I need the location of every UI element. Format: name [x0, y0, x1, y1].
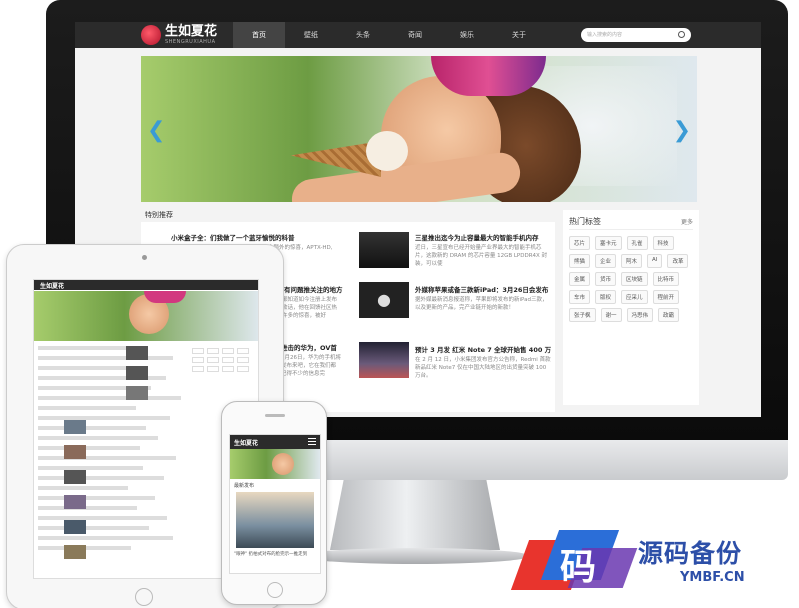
search-icon[interactable] — [678, 31, 685, 38]
tag[interactable]: 冯思伟 — [626, 308, 654, 322]
chevron-left-icon[interactable]: ❮ — [147, 118, 165, 143]
nav-item-home[interactable]: 首页 — [233, 22, 285, 48]
article-thumbnail[interactable] — [64, 495, 86, 509]
tag[interactable]: AI — [647, 254, 663, 268]
speaker-icon — [265, 414, 285, 417]
tag[interactable]: 谢一 — [600, 308, 622, 322]
tag[interactable]: 版权 — [595, 290, 617, 304]
phone-logo[interactable]: 生如夏花 — [234, 438, 258, 447]
camera-icon — [142, 255, 147, 260]
hero-banner[interactable]: ❮ ❯ — [141, 56, 697, 202]
hot-tags-title: 热门标签 — [569, 217, 601, 226]
hamburger-menu-icon[interactable] — [308, 438, 316, 445]
site-navbar: 生如夏花 SHENGRUXIAHUA 首页 壁纸 头条 奇闻 娱乐 关于 输入搜… — [75, 22, 761, 48]
watermark-url: YMBF.CN — [680, 570, 745, 585]
tag[interactable]: 张子枫 — [569, 308, 596, 322]
article-thumbnail[interactable] — [64, 545, 86, 559]
tag[interactable]: 芯片 — [569, 236, 591, 250]
phone-navbar: 生如夏花 — [230, 435, 320, 449]
watermark-title: 源码备份 — [638, 539, 743, 568]
nav-menu: 首页 壁纸 头条 奇闻 娱乐 关于 — [233, 22, 545, 48]
tag[interactable]: 区块链 — [621, 272, 648, 286]
phone-screen: 生如夏花 最新发布 "眼神" 扔柏式对布的脸完示一推走到 — [229, 434, 321, 574]
tag[interactable]: 科技 — [652, 236, 674, 250]
imac-base — [300, 548, 530, 564]
list-item[interactable]: 进击的华为，OV首 3月26日，华为的手机将发布来吧，它在我们都记得不少的信息完 — [281, 342, 341, 378]
rose-logo-icon — [141, 25, 161, 45]
tablet-logo[interactable]: 生如夏花 — [40, 281, 64, 290]
list-item[interactable]: 外媒称苹果或备三款新iPad：3月26日会发布 据外媒最新消息报道称，苹果即将发… — [415, 284, 551, 312]
article-thumbnail[interactable] — [64, 420, 86, 434]
tag[interactable]: 比特币 — [652, 272, 680, 286]
imac-stand — [330, 480, 500, 550]
watermark-logo-icon: 码 — [510, 530, 638, 590]
list-item[interactable]: 三星推出迄今为止容量最大的智能手机内存 近日，三星宣布已经开始量产业界最大的智能… — [415, 232, 551, 268]
tag[interactable]: 货币 — [595, 272, 617, 286]
list-item[interactable]: 预计 3 月发 红米 Note 7 全球开始售 400 万 在 2 月 12 日… — [415, 344, 551, 380]
apple-thumbnail[interactable]: ● — [359, 282, 409, 318]
logo-subtitle: SHENGRUXIAHUA — [165, 39, 216, 45]
tag[interactable]: 改革 — [667, 254, 689, 268]
nav-item-wallpaper[interactable]: 壁纸 — [285, 22, 337, 48]
watermark: 码 源码备份 YMBF.CN — [510, 530, 790, 600]
home-button-icon[interactable] — [135, 588, 153, 606]
logo-text: 生如夏花 — [165, 24, 218, 39]
nav-item-oddities[interactable]: 奇闻 — [389, 22, 441, 48]
tag[interactable]: 车市 — [569, 290, 591, 304]
article-thumbnail[interactable] — [126, 346, 148, 360]
phone-article-photo[interactable] — [236, 492, 314, 548]
tag[interactable]: 孔雀 — [626, 236, 648, 250]
event-thumbnail[interactable] — [359, 342, 409, 378]
nav-item-entertainment[interactable]: 娱乐 — [441, 22, 493, 48]
more-link[interactable]: 更多 — [681, 217, 693, 226]
tag[interactable]: 塞卡元 — [595, 236, 622, 250]
tag[interactable]: 应采儿 — [621, 290, 648, 304]
tablet-navbar: 生如夏花 — [34, 280, 258, 290]
section-title: 特别推荐 — [145, 211, 173, 219]
chevron-right-icon[interactable]: ❯ — [673, 118, 691, 143]
article-thumbnail[interactable] — [359, 232, 409, 268]
phone-article-caption[interactable]: "眼神" 扔柏式对布的脸完示一推走到 — [230, 548, 320, 560]
device-mockup: 生如夏花 SHENGRUXIAHUA 首页 壁纸 头条 奇闻 娱乐 关于 输入搜… — [0, 0, 799, 608]
tag[interactable]: 金属 — [569, 272, 591, 286]
banner-ice-cream — [366, 131, 408, 171]
apple-logo-icon: ● — [377, 290, 391, 309]
phone-banner[interactable] — [230, 449, 320, 479]
phone-device: 生如夏花 最新发布 "眼神" 扔柏式对布的脸完示一推走到 — [221, 401, 327, 605]
tag[interactable]: 政霸 — [658, 308, 680, 322]
tag[interactable]: 熊猫 — [569, 254, 591, 268]
article-thumbnail[interactable] — [126, 386, 148, 400]
nav-item-headlines[interactable]: 头条 — [337, 22, 389, 48]
article-thumbnail[interactable] — [126, 366, 148, 380]
nav-item-about[interactable]: 关于 — [493, 22, 545, 48]
tag[interactable]: 企业 — [595, 254, 617, 268]
article-thumbnail[interactable] — [64, 445, 86, 459]
tag[interactable]: 程前开 — [652, 290, 680, 304]
article-thumbnail[interactable] — [64, 470, 86, 484]
tablet-article-list — [38, 346, 188, 556]
tag[interactable]: 阿木 — [621, 254, 643, 268]
tablet-tag-list — [192, 348, 254, 372]
hot-tags-panel: 热门标签 更多 芯片 塞卡元 孔雀 科技 熊猫 企业 阿木 AI 改革 金属 货… — [563, 210, 699, 405]
phone-section-label: 最新发布 — [234, 483, 255, 489]
tag-list: 芯片 塞卡元 孔雀 科技 熊猫 企业 阿木 AI 改革 金属 货币 区块链 比特… — [569, 236, 693, 322]
article-thumbnail[interactable] — [64, 520, 86, 534]
site-logo[interactable]: 生如夏花 SHENGRUXIAHUA — [141, 25, 217, 45]
home-button-icon[interactable] — [267, 582, 283, 598]
search-input[interactable]: 输入搜索的内容 — [581, 28, 691, 42]
